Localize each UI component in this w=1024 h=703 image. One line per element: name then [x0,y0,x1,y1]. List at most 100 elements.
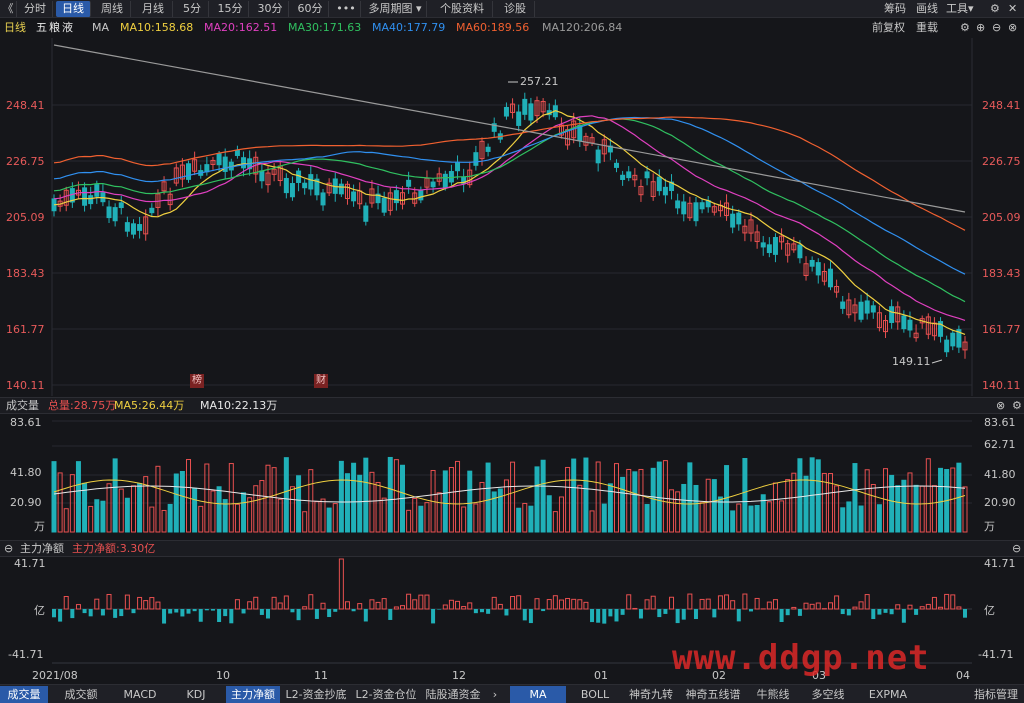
flow-bar-positive [63,596,69,610]
tab-ma[interactable]: MA [510,686,566,703]
tools-dropdown[interactable]: 工具▾ [946,1,974,17]
tab-weekly[interactable]: 周线 [94,1,131,17]
tab-indicator-manage[interactable]: 指标管理 [968,686,1024,703]
collapse-icon[interactable]: ⊖ [4,541,13,556]
fq-button[interactable]: 前复权 [872,19,905,36]
flow-bar-positive [571,598,577,610]
tab-15min[interactable]: 15分 [212,1,249,17]
candle-body [82,187,88,206]
tab-monthly[interactable]: 月线 [134,1,173,17]
volume-bar [57,472,63,533]
candle-body [326,182,332,194]
tab-60min[interactable]: 60分 [292,1,329,17]
list-tag[interactable]: 榜 [190,374,204,388]
reload-button[interactable]: 重载 [916,19,938,36]
zoom-out-icon[interactable]: ⊖ [992,19,1001,36]
candle-body [852,304,858,314]
price-tick-left: 140.11 [6,379,45,392]
flow-bar-positive [950,594,956,610]
ma10-value: MA10:158.68 [120,21,194,34]
tab-macd[interactable]: MACD [112,686,168,703]
close-icon[interactable]: ⊗ [996,398,1005,413]
more-periods-button[interactable]: ••• [332,1,361,17]
tab-expma[interactable]: EXPMA [858,686,918,703]
flow-bar-negative [504,609,509,616]
candle-body [467,169,473,186]
flow-bar-negative [736,609,741,622]
volume-bar [149,506,155,533]
tab-daily[interactable]: 日线 [56,1,91,17]
price-tick-right: 183.43 [982,267,1021,280]
flow-value: 主力净额:3.30亿 [72,542,156,555]
candle-body [363,205,369,222]
volume-bar [375,481,381,533]
flow-bar-positive [938,606,944,610]
back-icon[interactable]: 《 [0,1,17,17]
tab-northbound[interactable]: 陆股通资金 [422,686,484,703]
tab-volume[interactable]: 成交量 [0,686,48,703]
flow-bar-negative [229,609,234,624]
tab-l2-position[interactable]: L2-资金仓位 [352,686,420,703]
flow-bar-positive [308,594,314,610]
volume-bar [265,464,271,533]
tab-turnover[interactable]: 成交额 [52,686,110,703]
tab-kdj[interactable]: KDJ [170,686,222,703]
flow-bar-positive [271,596,277,610]
tab-boll[interactable]: BOLL [568,686,622,703]
gear-icon[interactable]: ⚙ [960,19,970,36]
candle-body [314,178,320,196]
flow-bar-positive [931,596,937,610]
ma-label[interactable]: MA [92,19,109,36]
flow-bar-negative [437,609,442,610]
candle-body [705,200,711,208]
date-label: 04 [956,669,970,682]
close-icon[interactable]: ✕ [1008,1,1017,17]
flow-bar-positive [717,595,723,610]
kline-chart[interactable] [0,0,1024,703]
volume-bar [962,486,968,533]
gear-icon[interactable]: ⚙ [1012,398,1022,413]
candle-body [864,300,870,314]
flow-bar-negative [681,609,686,620]
flow-title[interactable]: 主力净额 [20,541,64,556]
flow-bar-positive [253,596,259,610]
tab-nine-turns[interactable]: 神奇九转 [624,686,678,703]
flow-bar-negative [486,609,491,614]
settings-icon[interactable]: ⚙ [990,1,1000,17]
candle-body [895,306,901,323]
tab-5min[interactable]: 5分 [176,1,209,17]
tab-bull-bear[interactable]: 牛熊线 [748,686,798,703]
close-icon[interactable]: ⊖ [1012,541,1021,556]
tab-five-lines[interactable]: 神奇五线谱 [680,686,746,703]
tab-l2-bottom[interactable]: L2-资金抄底 [282,686,350,703]
tab-main-flow[interactable]: 主力净额 [226,686,280,703]
diagnosis-button[interactable]: 诊股 [496,1,535,17]
close-icon[interactable]: ⊗ [1008,19,1017,36]
candle-body [75,189,81,196]
zoom-in-icon[interactable]: ⊕ [976,19,985,36]
volume-title[interactable]: 成交量 [6,398,39,413]
volume-bar [400,464,406,533]
chevron-right-icon[interactable]: › [488,686,502,703]
volume-bar [485,462,491,533]
tab-intraday[interactable]: 分时 [18,1,53,17]
volume-bar [827,473,833,533]
tab-long-short[interactable]: 多空线 [800,686,856,703]
multi-period-dropdown[interactable]: 多周期图 ▾ [364,1,427,17]
chips-button[interactable]: 筹码 [884,1,906,17]
tab-30min[interactable]: 30分 [252,1,289,17]
draw-button[interactable]: 画线 [916,1,938,17]
flow-bar-negative [431,609,436,624]
volume-bar [289,486,295,533]
flow-bar-positive [834,595,840,610]
stock-info-button[interactable]: 个股资料 [432,1,493,17]
flow-bar-positive [302,606,308,610]
flow-bar-positive [803,602,809,610]
finance-tag[interactable]: 财 [314,374,328,388]
flow-bar-positive [546,599,552,610]
flow-bar-negative [797,609,802,616]
flow-bar-positive [687,593,693,610]
volume-bar [907,472,913,533]
flow-bar-negative [88,609,93,617]
candle-body [516,111,522,126]
